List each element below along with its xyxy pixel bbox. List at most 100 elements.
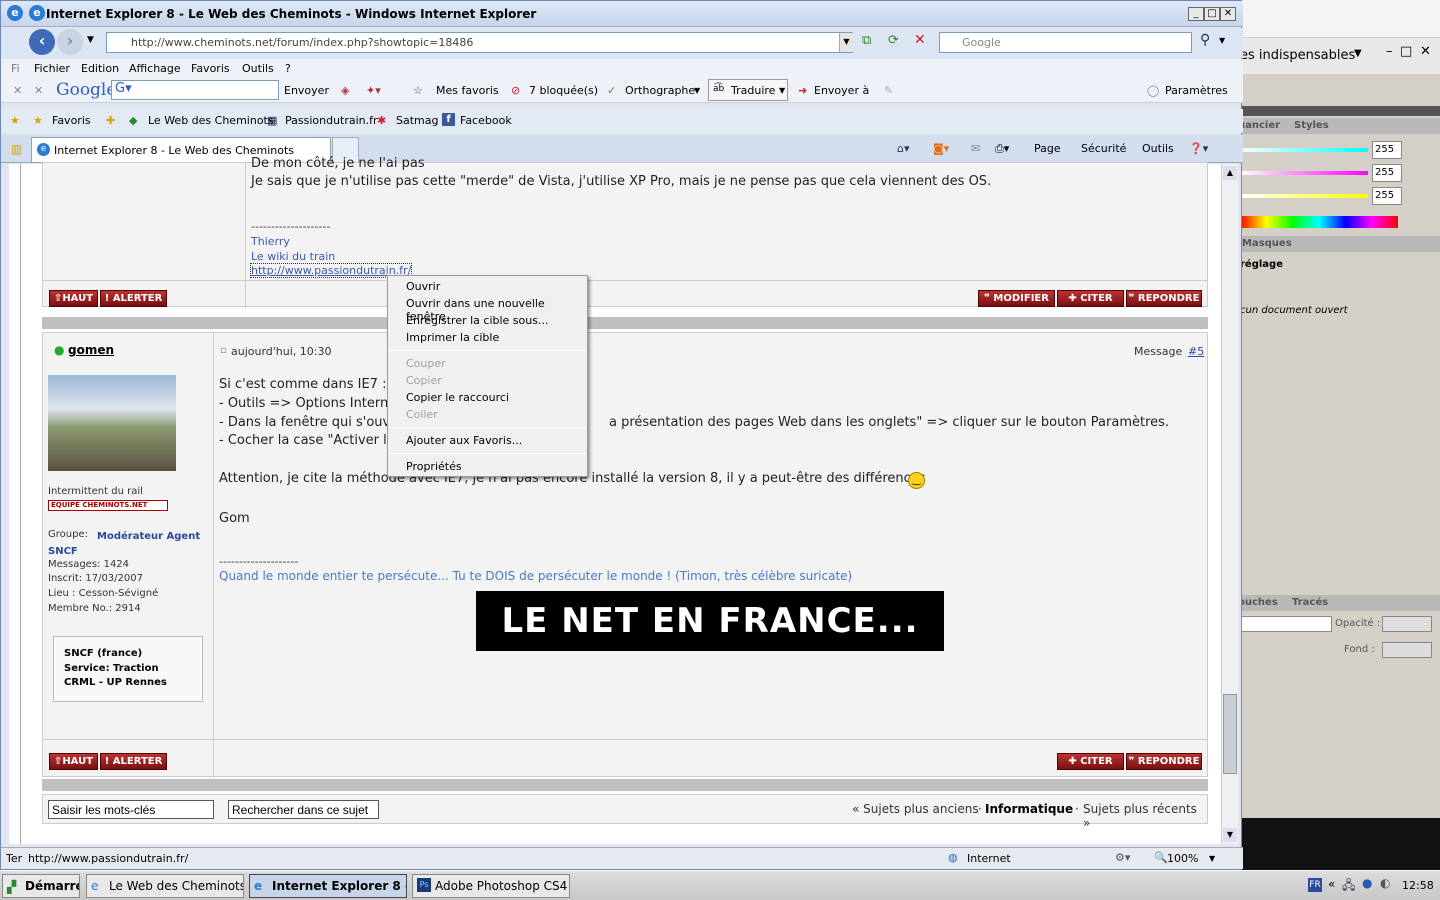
ps-minimize-icon[interactable]: – bbox=[1386, 44, 1393, 59]
close-button[interactable]: ✕ bbox=[1220, 7, 1236, 21]
ctx-imprimer[interactable]: Imprimer la cible bbox=[406, 331, 499, 344]
google-cube-icon[interactable]: ◈ bbox=[341, 84, 349, 97]
ctx-ajouter-favoris[interactable]: Ajouter aux Favoris... bbox=[406, 434, 522, 447]
keywords-input[interactable] bbox=[48, 800, 214, 819]
ps-tab-couches[interactable]: ouches bbox=[1238, 597, 1278, 608]
vertical-scrollbar[interactable]: ▲ ▼ bbox=[1221, 164, 1238, 844]
fav-link-facebook[interactable]: Facebook bbox=[460, 114, 512, 127]
orthographe-button[interactable]: Orthographe bbox=[625, 84, 695, 97]
post2-author[interactable]: gomen bbox=[68, 343, 114, 357]
ps-value-2[interactable]: 255 bbox=[1372, 164, 1402, 182]
ps-blend-select[interactable] bbox=[1240, 616, 1332, 632]
ps-maximize-icon[interactable]: □ bbox=[1400, 44, 1412, 59]
ps-color-ramp[interactable] bbox=[1240, 216, 1398, 228]
ps-tab-nuancier[interactable]: uancier bbox=[1238, 120, 1280, 131]
zoom-dropdown-icon[interactable]: ▼ bbox=[1209, 854, 1215, 863]
popup-blocked-button[interactable]: 7 bloquée(s) bbox=[529, 84, 598, 97]
menu-help[interactable]: ? bbox=[285, 62, 291, 75]
address-input[interactable]: http://www.cheminots.net/forum/index.php… bbox=[106, 32, 853, 53]
ps-value-1[interactable]: 255 bbox=[1372, 141, 1402, 159]
stop-icon[interactable]: ✕ bbox=[914, 32, 926, 48]
mes-favoris-button[interactable]: Mes favoris bbox=[436, 84, 499, 97]
fav-link-satmag[interactable]: Satmag bbox=[396, 114, 438, 127]
scroll-up-icon[interactable]: ▲ bbox=[1223, 166, 1237, 180]
tray-globe-icon[interactable]: ● bbox=[1362, 876, 1372, 890]
menu-affichage[interactable]: Affichage bbox=[129, 62, 181, 75]
ps-opacite-field[interactable] bbox=[1382, 616, 1432, 632]
post2-message-link[interactable]: #5 bbox=[1188, 345, 1204, 358]
task-photoshop[interactable]: Ps Adobe Photoshop CS4 E... bbox=[412, 874, 570, 898]
toolbar-close-icon[interactable]: ✕ bbox=[34, 84, 43, 97]
ps-tab-traces[interactable]: Tracés bbox=[1292, 597, 1328, 608]
add-favorite-icon[interactable]: ✚ bbox=[106, 114, 115, 127]
ctx-copier-raccourci[interactable]: Copier le raccourci bbox=[406, 391, 509, 404]
ps-close-icon[interactable]: ✕ bbox=[1420, 44, 1431, 59]
cmd-securite[interactable]: Sécurité bbox=[1081, 142, 1126, 155]
envoyer-a-button[interactable]: Envoyer à bbox=[814, 84, 869, 97]
google-puzzle-icon[interactable]: ✦▾ bbox=[366, 84, 381, 97]
scroll-down-icon[interactable]: ▼ bbox=[1223, 828, 1237, 842]
ad-banner[interactable]: LE NET EN FRANCE... bbox=[476, 591, 944, 651]
protected-mode-icon[interactable]: ⚙▾ bbox=[1115, 851, 1130, 864]
start-button[interactable]: ▞ Démarrer bbox=[2, 874, 80, 898]
fav-link-passiondutrain[interactable]: Passiondutrain.fr bbox=[285, 114, 378, 127]
forward-button[interactable]: › bbox=[57, 29, 83, 55]
ps-tab-masques[interactable]: Masques bbox=[1242, 238, 1292, 249]
ctx-ouvrir[interactable]: Ouvrir bbox=[406, 280, 440, 293]
orthographe-dropdown-icon[interactable]: ▼ bbox=[694, 86, 700, 95]
google-envoyer-button[interactable]: Envoyer bbox=[284, 84, 329, 97]
search-dropdown-icon[interactable]: ▼ bbox=[1219, 36, 1225, 45]
home-icon[interactable]: ⌂▾ bbox=[897, 142, 910, 155]
language-indicator[interactable]: FR bbox=[1308, 878, 1322, 892]
ps-slider-cyan[interactable] bbox=[1240, 148, 1368, 152]
highlight-icon[interactable]: ✎ bbox=[884, 84, 893, 97]
haut-button[interactable]: ⇧HAUT bbox=[49, 753, 98, 770]
ps-slider-yellow[interactable] bbox=[1240, 194, 1368, 198]
compat-view-icon[interactable]: ⧉ bbox=[862, 33, 871, 48]
alerter-button[interactable]: ! ALERTER bbox=[100, 753, 167, 770]
parametres-button[interactable]: Paramètres bbox=[1165, 84, 1228, 97]
tray-expand-icon[interactable]: « bbox=[1328, 877, 1335, 891]
modifier-button[interactable]: ❞ MODIFIER bbox=[978, 290, 1055, 307]
mail-icon[interactable]: ✉ bbox=[971, 142, 980, 155]
ctx-proprietes[interactable]: Propriétés bbox=[406, 460, 462, 473]
search-input[interactable]: Google bbox=[939, 32, 1192, 53]
back-button[interactable]: ‹ bbox=[29, 29, 55, 55]
task-le-web-des-cheminots[interactable]: e Le Web des Cheminots (... bbox=[86, 874, 244, 898]
fav-link-cheminots[interactable]: Le Web des Cheminots bbox=[148, 114, 274, 127]
task-internet-explorer[interactable]: e Internet Explorer 8 - ... bbox=[249, 874, 407, 898]
refresh-icon[interactable]: ⟳ bbox=[888, 33, 899, 48]
minimize-button[interactable]: _ bbox=[1188, 7, 1204, 21]
haut-button[interactable]: ⇧HAUT bbox=[49, 290, 98, 307]
ps-slider-magenta[interactable] bbox=[1240, 171, 1368, 175]
network-icon[interactable]: 🖧 bbox=[1342, 876, 1355, 897]
ps-fond-field[interactable] bbox=[1382, 642, 1432, 658]
favoris-button[interactable]: Favoris bbox=[52, 114, 91, 127]
google-search-input[interactable]: G▾ bbox=[111, 80, 279, 100]
ps-value-3[interactable]: 255 bbox=[1372, 187, 1402, 205]
ps-collapse-bar[interactable] bbox=[1236, 106, 1440, 116]
alerter-button[interactable]: ! ALERTER bbox=[100, 290, 167, 307]
rss-icon[interactable]: ◙▾ bbox=[933, 142, 949, 155]
volume-icon[interactable]: ◐ bbox=[1380, 876, 1390, 890]
menu-edition[interactable]: Edition bbox=[81, 62, 119, 75]
cmd-outils[interactable]: Outils bbox=[1142, 142, 1174, 155]
search-topic-button[interactable]: Rechercher dans ce sujet bbox=[228, 800, 379, 819]
citer-button[interactable]: ✚ CITER bbox=[1057, 290, 1124, 307]
maximize-button[interactable]: □ bbox=[1204, 7, 1220, 21]
traduire-dropdown-icon[interactable]: ▼ bbox=[779, 86, 785, 95]
menu-fichier[interactable]: Fichier bbox=[34, 62, 70, 75]
older-topics-link[interactable]: « Sujets plus anciens bbox=[852, 802, 979, 816]
print-icon[interactable]: ⎙▾ bbox=[995, 142, 1009, 156]
scroll-thumb[interactable] bbox=[1223, 694, 1237, 774]
menu-outils[interactable]: Outils bbox=[242, 62, 274, 75]
newer-topics-link[interactable]: Sujets plus récents » bbox=[1083, 802, 1207, 830]
ps-tab-styles[interactable]: Styles bbox=[1294, 120, 1329, 131]
quick-tabs-icon[interactable]: ▥ bbox=[11, 142, 22, 156]
traduire-button[interactable]: Traduire bbox=[731, 84, 775, 97]
history-dropdown-icon[interactable]: ▼ bbox=[87, 35, 94, 45]
citer-button[interactable]: ✚ CITER bbox=[1057, 753, 1124, 770]
zoom-level[interactable]: 100% bbox=[1167, 852, 1198, 865]
ctx-enregistrer[interactable]: Enregistrer la cible sous... bbox=[406, 314, 548, 327]
help-icon[interactable]: ❓▾ bbox=[1189, 142, 1208, 155]
